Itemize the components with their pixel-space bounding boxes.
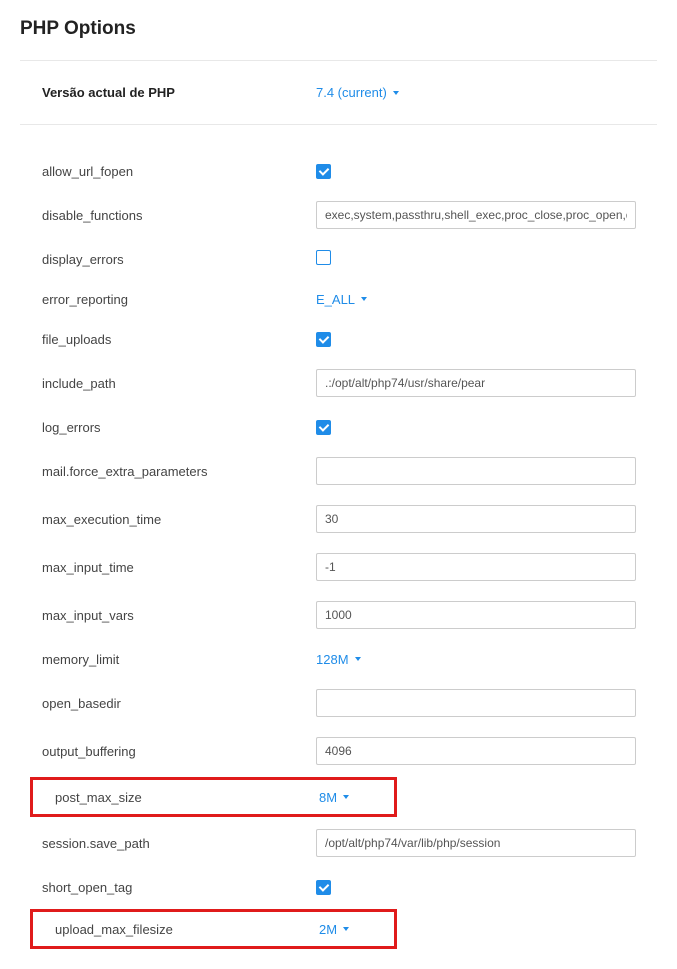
option-label: memory_limit bbox=[42, 652, 316, 667]
file-uploads-checkbox[interactable] bbox=[316, 332, 331, 347]
max-input-time-input[interactable] bbox=[316, 553, 636, 581]
option-include-path: include_path bbox=[20, 359, 657, 407]
option-label: session.save_path bbox=[42, 836, 316, 851]
option-label: max_input_vars bbox=[42, 608, 316, 623]
option-upload-max-filesize: upload_max_filesize 2M bbox=[30, 909, 397, 949]
dropdown-value: 8M bbox=[319, 790, 337, 805]
caret-down-icon bbox=[355, 657, 361, 661]
page-title: PHP Options bbox=[20, 18, 657, 40]
option-memory-limit: memory_limit 128M bbox=[20, 639, 657, 679]
option-disable-functions: disable_functions bbox=[20, 191, 657, 239]
option-label: display_errors bbox=[42, 252, 316, 267]
option-label: short_open_tag bbox=[42, 880, 316, 895]
memory-limit-dropdown[interactable]: 128M bbox=[316, 652, 361, 667]
php-version-row: Versão actual de PHP 7.4 (current) bbox=[20, 61, 657, 124]
short-open-tag-checkbox[interactable] bbox=[316, 880, 331, 895]
option-label: log_errors bbox=[42, 420, 316, 435]
option-label: output_buffering bbox=[42, 744, 316, 759]
option-max-input-time: max_input_time bbox=[20, 543, 657, 591]
option-error-reporting: error_reporting E_ALL bbox=[20, 279, 657, 319]
max-input-vars-input[interactable] bbox=[316, 601, 636, 629]
dropdown-value: 2M bbox=[319, 922, 337, 937]
php-version-dropdown[interactable]: 7.4 (current) bbox=[316, 85, 399, 100]
mail-force-extra-parameters-input[interactable] bbox=[316, 457, 636, 485]
option-mail-force-extra-parameters: mail.force_extra_parameters bbox=[20, 447, 657, 495]
option-label: max_execution_time bbox=[42, 512, 316, 527]
dropdown-value: E_ALL bbox=[316, 292, 355, 307]
option-display-errors: display_errors bbox=[20, 239, 657, 279]
disable-functions-input[interactable] bbox=[316, 201, 636, 229]
caret-down-icon bbox=[361, 297, 367, 301]
option-label: open_basedir bbox=[42, 696, 316, 711]
option-label: file_uploads bbox=[42, 332, 316, 347]
option-file-uploads: file_uploads bbox=[20, 319, 657, 359]
option-label: allow_url_fopen bbox=[42, 164, 316, 179]
session-save-path-input[interactable] bbox=[316, 829, 636, 857]
option-max-input-vars: max_input_vars bbox=[20, 591, 657, 639]
option-log-errors: log_errors bbox=[20, 407, 657, 447]
post-max-size-dropdown[interactable]: 8M bbox=[319, 790, 349, 805]
php-version-value: 7.4 (current) bbox=[316, 85, 387, 100]
caret-down-icon bbox=[393, 91, 399, 95]
log-errors-checkbox[interactable] bbox=[316, 420, 331, 435]
option-label: post_max_size bbox=[55, 790, 319, 805]
include-path-input[interactable] bbox=[316, 369, 636, 397]
option-allow-url-fopen: allow_url_fopen bbox=[20, 151, 657, 191]
option-label: mail.force_extra_parameters bbox=[42, 464, 316, 479]
php-version-label: Versão actual de PHP bbox=[42, 85, 316, 100]
error-reporting-dropdown[interactable]: E_ALL bbox=[316, 292, 367, 307]
caret-down-icon bbox=[343, 927, 349, 931]
open-basedir-input[interactable] bbox=[316, 689, 636, 717]
allow-url-fopen-checkbox[interactable] bbox=[316, 164, 331, 179]
caret-down-icon bbox=[343, 795, 349, 799]
option-label: max_input_time bbox=[42, 560, 316, 575]
option-label: error_reporting bbox=[42, 292, 316, 307]
option-post-max-size: post_max_size 8M bbox=[30, 777, 397, 817]
option-label: include_path bbox=[42, 376, 316, 391]
option-max-execution-time: max_execution_time bbox=[20, 495, 657, 543]
option-short-open-tag: short_open_tag bbox=[20, 867, 657, 907]
display-errors-checkbox[interactable] bbox=[316, 250, 331, 265]
dropdown-value: 128M bbox=[316, 652, 349, 667]
option-label: upload_max_filesize bbox=[55, 922, 319, 937]
max-execution-time-input[interactable] bbox=[316, 505, 636, 533]
upload-max-filesize-dropdown[interactable]: 2M bbox=[319, 922, 349, 937]
option-label: disable_functions bbox=[42, 208, 316, 223]
option-open-basedir: open_basedir bbox=[20, 679, 657, 727]
output-buffering-input[interactable] bbox=[316, 737, 636, 765]
option-output-buffering: output_buffering bbox=[20, 727, 657, 775]
option-session-save-path: session.save_path bbox=[20, 819, 657, 867]
